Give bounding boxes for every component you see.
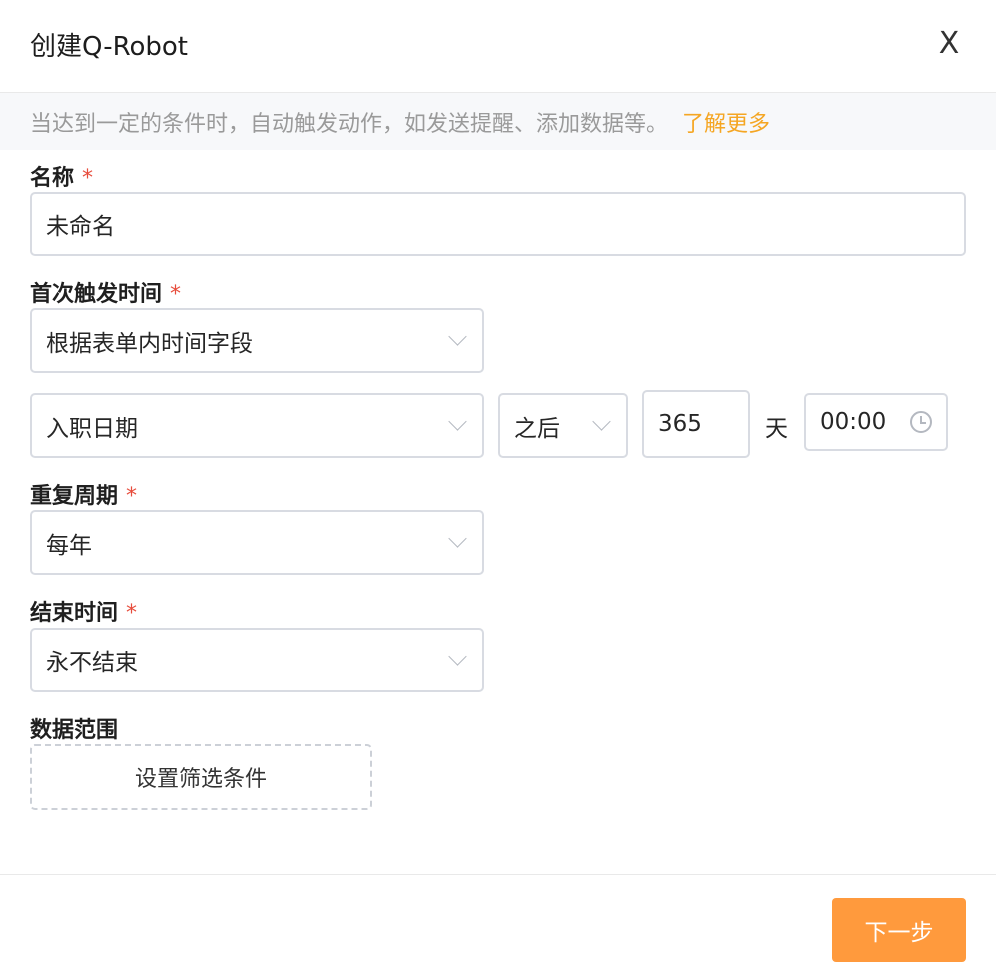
repeat-value: 每年 [46, 532, 92, 559]
end-time-label: 结束时间 * [30, 601, 138, 626]
set-filter-button[interactable]: 设置筛选条件 [30, 744, 372, 810]
dialog-title: 创建Q-Robot [30, 32, 188, 62]
required-mark: * [170, 282, 182, 307]
relation-value: 之后 [514, 415, 560, 442]
chevron-down-icon [448, 327, 467, 346]
repeat-label: 重复周期 * [30, 484, 138, 509]
name-label: 名称 * [30, 166, 94, 191]
time-picker[interactable]: 00:00 [804, 393, 948, 451]
create-robot-dialog: 创建Q-Robot X 当达到一定的条件时，自动触发动作，如发送提醒、添加数据等… [0, 0, 996, 973]
required-mark: * [126, 601, 138, 626]
clock-icon [910, 411, 932, 433]
info-notice: 当达到一定的条件时，自动触发动作，如发送提醒、添加数据等。 了解更多 [0, 93, 996, 150]
name-input-value: 未命名 [46, 214, 115, 240]
trigger-mode-select[interactable]: 根据表单内时间字段 [30, 308, 484, 373]
end-time-select[interactable]: 永不结束 [30, 628, 484, 692]
data-scope-label: 数据范围 [30, 718, 119, 743]
time-value: 00:00 [820, 409, 887, 435]
offset-days-value: 365 [658, 411, 702, 437]
relation-select[interactable]: 之后 [498, 393, 628, 458]
required-mark: * [82, 166, 94, 191]
chevron-down-icon [448, 529, 467, 548]
repeat-select[interactable]: 每年 [30, 510, 484, 575]
notice-text: 当达到一定的条件时，自动触发动作，如发送提醒、添加数据等。 [30, 111, 669, 137]
date-field-value: 入职日期 [46, 415, 138, 442]
dialog-header: 创建Q-Robot X [0, 0, 996, 93]
next-step-button[interactable]: 下一步 [832, 898, 966, 962]
required-mark: * [126, 484, 138, 509]
chevron-down-icon [448, 412, 467, 431]
name-input[interactable]: 未命名 [30, 192, 966, 256]
first-trigger-label: 首次触发时间 * [30, 282, 182, 307]
date-field-select[interactable]: 入职日期 [30, 393, 484, 458]
offset-days-input[interactable]: 365 [642, 390, 750, 458]
dialog-footer: 下一步 [0, 874, 996, 973]
day-unit-label: 天 [765, 416, 788, 442]
end-time-value: 永不结束 [46, 650, 138, 676]
close-icon[interactable]: X [932, 26, 966, 61]
chevron-down-icon [592, 412, 611, 431]
learn-more-link[interactable]: 了解更多 [682, 106, 770, 138]
chevron-down-icon [448, 646, 467, 666]
trigger-mode-value: 根据表单内时间字段 [46, 330, 253, 357]
